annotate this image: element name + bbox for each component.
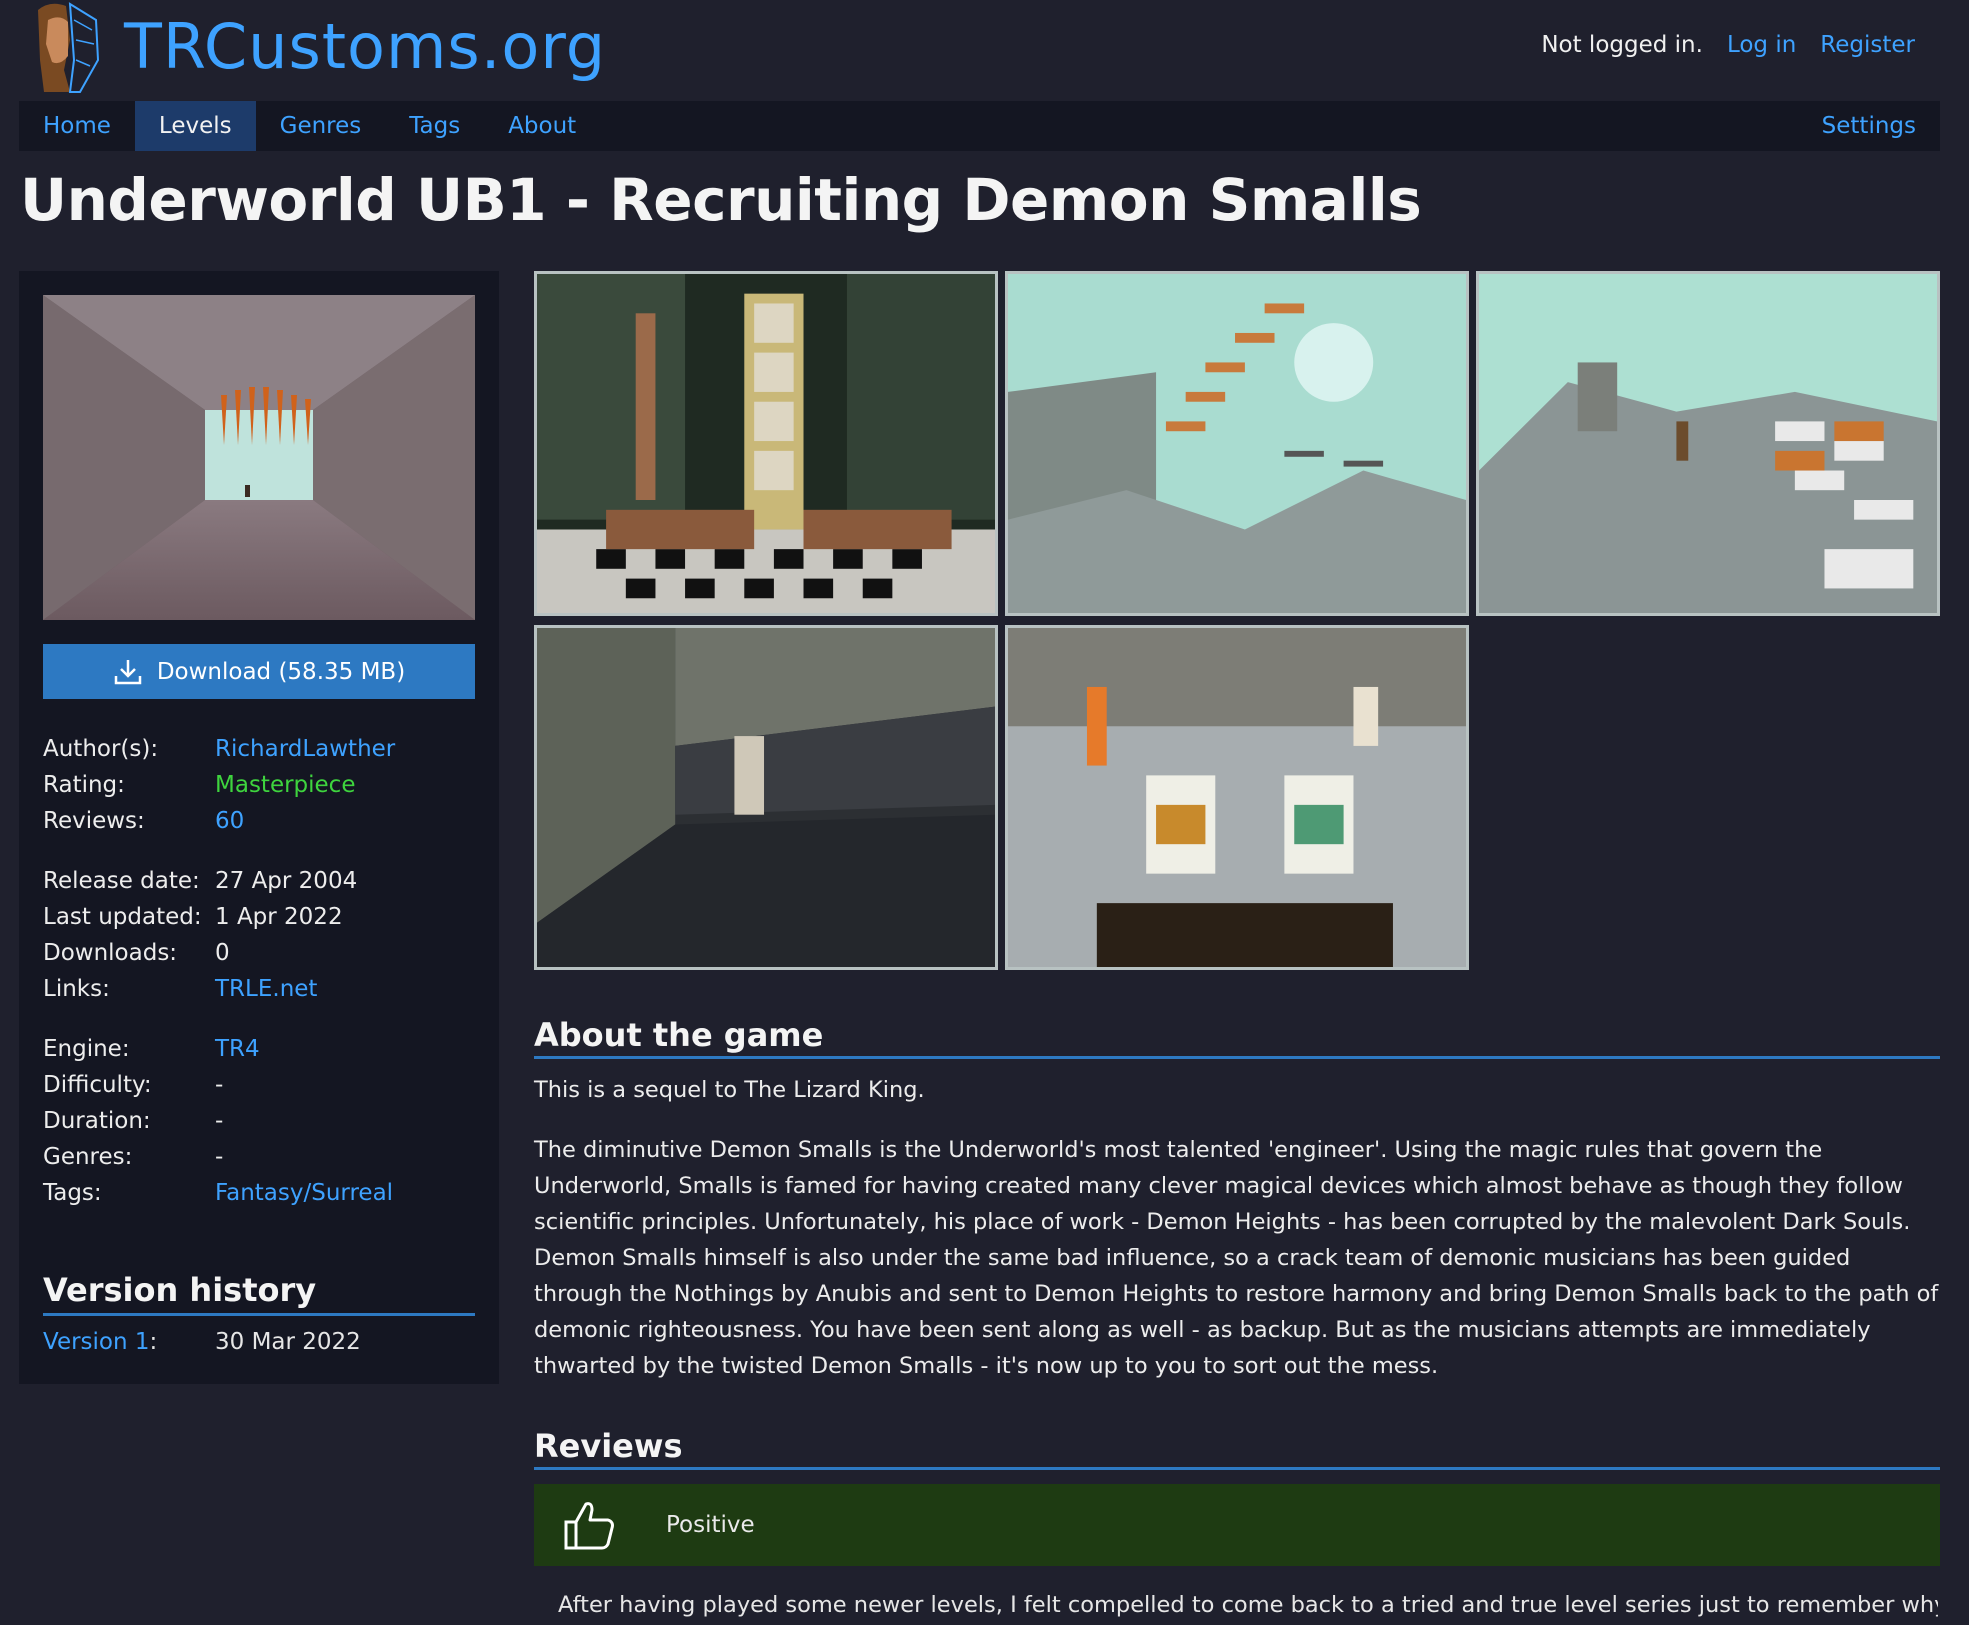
screenshot-thumbnail[interactable]: [534, 271, 998, 616]
info-label: Engine:: [43, 1036, 130, 1062]
version-link[interactable]: Version 1: [43, 1329, 150, 1355]
downloads-value: 0: [215, 940, 230, 966]
info-row-authors: Author(s): RichardLawther: [43, 731, 475, 767]
screenshot-thumbnail[interactable]: [1476, 271, 1940, 616]
info-row-last-updated: Last updated: 1 Apr 2022: [43, 899, 475, 935]
info-row-rating: Rating: Masterpiece: [43, 767, 475, 803]
nav-item-settings[interactable]: Settings: [1798, 101, 1940, 151]
screenshot-gallery: [534, 271, 1940, 973]
info-label: Downloads:: [43, 940, 178, 966]
rating-value: Masterpiece: [215, 772, 356, 798]
trle-link[interactable]: TRLE.net: [215, 976, 317, 1002]
review-verdict-bar: Positive: [534, 1484, 1940, 1566]
version-date: 30 Mar 2022: [215, 1329, 361, 1355]
site-logo-text[interactable]: TRCustoms.org: [124, 10, 606, 83]
download-button[interactable]: Download (58.35 MB): [43, 644, 475, 699]
nav-item-tags[interactable]: Tags: [385, 101, 484, 151]
about-paragraph: The diminutive Demon Smalls is the Under…: [534, 1137, 1939, 1379]
level-cover-image[interactable]: [43, 295, 475, 620]
version-colon: :: [149, 1329, 158, 1355]
info-label: Author(s):: [43, 736, 159, 762]
duration-value: -: [215, 1108, 224, 1134]
info-row-difficulty: Difficulty: -: [43, 1067, 475, 1103]
info-row-links: Links: TRLE.net: [43, 971, 475, 1007]
nav-item-about[interactable]: About: [484, 101, 600, 151]
review-verdict: Positive: [666, 1512, 755, 1538]
reviews-count-link[interactable]: 60: [215, 808, 244, 834]
info-label: Duration:: [43, 1108, 151, 1134]
screenshot-thumbnail[interactable]: [534, 625, 998, 970]
nav-item-levels[interactable]: Levels: [134, 101, 256, 151]
level-info-table: Author(s): RichardLawther Rating: Master…: [43, 731, 475, 1211]
tag-link[interactable]: Fantasy/Surreal: [215, 1180, 393, 1206]
nav-item-home[interactable]: Home: [19, 101, 135, 151]
info-label: Links:: [43, 976, 110, 1002]
review-text: After having played some newer levels, I…: [558, 1592, 1938, 1618]
engine-link[interactable]: TR4: [215, 1036, 260, 1062]
info-label: Difficulty:: [43, 1072, 152, 1098]
site-header: TRCustoms.org Not logged in. Log in Regi…: [0, 0, 1969, 100]
about-heading: About the game: [534, 1016, 1940, 1059]
info-label: Reviews:: [43, 808, 145, 834]
nav-item-genres[interactable]: Genres: [256, 101, 386, 151]
screenshot-thumbnail[interactable]: [1005, 271, 1469, 616]
thumbs-up-icon: [564, 1502, 614, 1550]
reviews-heading: Reviews: [534, 1427, 1940, 1470]
info-row-downloads: Downloads: 0: [43, 935, 475, 971]
login-link[interactable]: Log in: [1727, 32, 1796, 58]
version-history-heading: Version history: [43, 1271, 475, 1316]
info-row-tags: Tags: Fantasy/Surreal: [43, 1175, 475, 1211]
about-paragraph: This is a sequel to The Lizard King.: [534, 1077, 925, 1103]
login-status: Not logged in.: [1541, 32, 1703, 58]
auth-area: Not logged in. Log in Register: [1541, 32, 1915, 58]
lara-logo-icon[interactable]: [30, 0, 102, 96]
level-sidebar: Download (58.35 MB) Author(s): RichardLa…: [19, 271, 499, 1384]
info-row-duration: Duration: -: [43, 1103, 475, 1139]
download-label: Download (58.35 MB): [156, 658, 406, 685]
main-nav: Home Levels Genres Tags About Settings: [19, 101, 1940, 151]
info-label: Rating:: [43, 772, 125, 798]
last-updated-value: 1 Apr 2022: [215, 904, 343, 930]
download-icon: [114, 659, 142, 684]
info-label: Release date:: [43, 868, 200, 894]
info-row-genres: Genres: -: [43, 1139, 475, 1175]
screenshot-thumbnail[interactable]: [1005, 625, 1469, 970]
difficulty-value: -: [215, 1072, 224, 1098]
info-row-engine: Engine: TR4: [43, 1031, 475, 1067]
page-title: Underworld UB1 - Recruiting Demon Smalls: [20, 166, 1422, 234]
version-row: Version 1: 30 Mar 2022: [43, 1329, 475, 1355]
info-label: Last updated:: [43, 904, 202, 930]
info-label: Tags:: [43, 1180, 102, 1206]
version-label: Version 1:: [43, 1329, 215, 1355]
register-link[interactable]: Register: [1820, 32, 1915, 58]
info-label: Genres:: [43, 1144, 133, 1170]
release-date-value: 27 Apr 2004: [215, 868, 358, 894]
genres-value: -: [215, 1144, 224, 1170]
author-link[interactable]: RichardLawther: [215, 736, 395, 762]
info-row-reviews: Reviews: 60: [43, 803, 475, 839]
info-row-release-date: Release date: 27 Apr 2004: [43, 863, 475, 899]
